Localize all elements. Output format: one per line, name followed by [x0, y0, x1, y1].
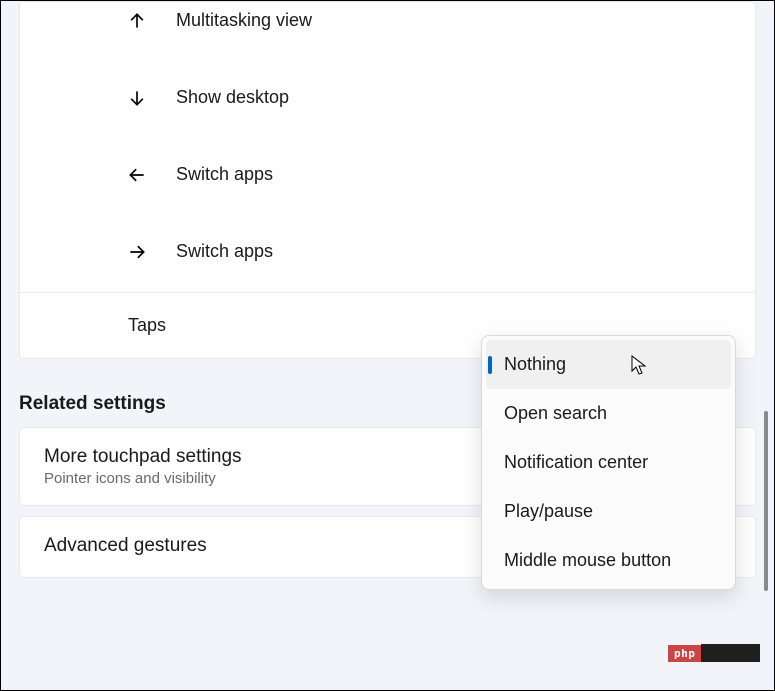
watermark-text: php	[668, 645, 701, 662]
gesture-item-up[interactable]: Multitasking view	[20, 2, 755, 59]
scrollbar-thumb[interactable]	[764, 411, 768, 591]
watermark-right	[701, 644, 760, 662]
gesture-item-right[interactable]: Switch apps	[20, 213, 755, 290]
taps-label: Taps	[128, 315, 166, 336]
dropdown-option-label: Middle mouse button	[504, 550, 671, 570]
dropdown-option-label: Open search	[504, 403, 607, 423]
dropdown-option-notification-center[interactable]: Notification center	[486, 438, 731, 487]
scrollbar[interactable]	[758, 1, 768, 690]
taps-dropdown[interactable]: Nothing Open search Notification center …	[481, 335, 736, 590]
gesture-label: Switch apps	[176, 241, 273, 262]
arrow-up-icon	[125, 9, 149, 33]
dropdown-option-label: Notification center	[504, 452, 648, 472]
dropdown-option-play-pause[interactable]: Play/pause	[486, 487, 731, 536]
arrow-right-icon	[125, 240, 149, 264]
watermark: php	[668, 644, 760, 662]
arrow-left-icon	[125, 163, 149, 187]
gesture-item-down[interactable]: Show desktop	[20, 59, 755, 136]
dropdown-option-nothing[interactable]: Nothing	[486, 340, 731, 389]
dropdown-option-open-search[interactable]: Open search	[486, 389, 731, 438]
dropdown-option-middle-mouse[interactable]: Middle mouse button	[486, 536, 731, 585]
dropdown-option-label: Play/pause	[504, 501, 593, 521]
gesture-item-left[interactable]: Switch apps	[20, 136, 755, 213]
arrow-down-icon	[125, 86, 149, 110]
gesture-list: Multitasking view Show desktop Switch ap…	[20, 2, 755, 292]
gesture-settings-card: Multitasking view Show desktop Switch ap…	[19, 1, 756, 359]
dropdown-option-label: Nothing	[504, 354, 566, 374]
gesture-label: Switch apps	[176, 164, 273, 185]
gesture-label: Multitasking view	[176, 10, 312, 31]
gesture-label: Show desktop	[176, 87, 289, 108]
